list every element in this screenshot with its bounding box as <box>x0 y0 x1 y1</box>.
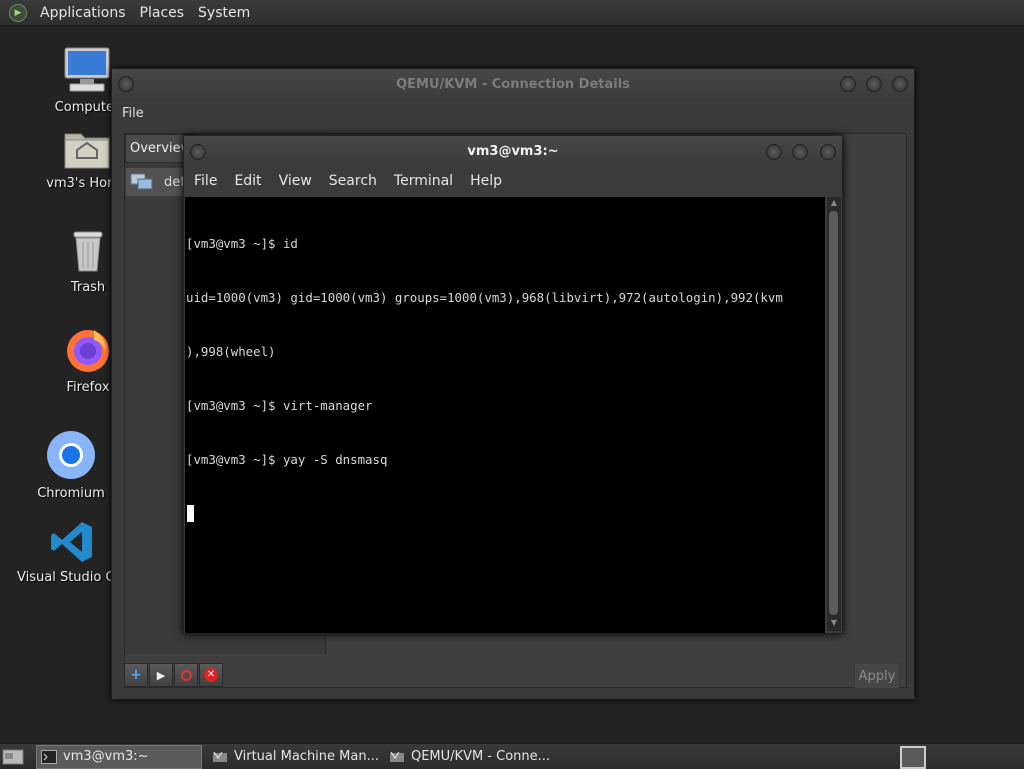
delete-network-button[interactable]: ✕ <box>199 663 223 687</box>
maximize-button[interactable] <box>866 76 882 92</box>
delete-icon: ✕ <box>204 668 218 682</box>
workspace-switcher[interactable] <box>900 746 926 769</box>
qemu-titlebar[interactable]: QEMU/KVM - Connection Details <box>112 69 914 99</box>
close-button[interactable] <box>892 76 908 92</box>
qemu-window-title: QEMU/KVM - Connection Details <box>396 76 630 92</box>
terminal-output[interactable]: [vm3@vm3 ~]$ id uid=1000(vm3) gid=1000(v… <box>185 197 825 633</box>
window-menu-icon[interactable] <box>190 144 206 160</box>
virt-manager-icon <box>213 751 227 762</box>
menu-places[interactable]: Places <box>133 5 192 21</box>
qemu-menubar: File <box>112 99 914 127</box>
distro-logo-icon[interactable]: ▶ <box>9 3 27 22</box>
terminal-line: [vm3@vm3 ~]$ virt-manager <box>186 398 373 413</box>
network-icon <box>130 173 153 190</box>
menu-search[interactable]: Search <box>323 173 383 189</box>
vscode-icon <box>51 522 92 562</box>
terminal-menubar: File Edit View Search Terminal Help <box>184 167 842 195</box>
text-cursor <box>187 505 194 522</box>
menu-help[interactable]: Help <box>464 173 508 189</box>
stop-network-button[interactable] <box>174 663 198 687</box>
terminal-titlebar[interactable]: vm3@vm3:~ <box>184 136 842 167</box>
taskbar-item-qemu-details[interactable]: QEMU/KVM - Conne... <box>385 746 550 768</box>
plus-icon: + <box>130 667 142 683</box>
top-panel: ▶ Applications Places System <box>0 0 1024 26</box>
taskbar: vm3@vm3:~ Virtual Machine Man... QEMU/KV… <box>0 743 1024 769</box>
terminal-window: vm3@vm3:~ File Edit View Search Terminal… <box>183 135 843 634</box>
menu-file[interactable]: File <box>188 173 223 189</box>
record-stop-icon <box>180 669 192 681</box>
play-icon: ▶ <box>156 668 166 682</box>
taskbar-item-label: vm3@vm3:~ <box>63 749 149 764</box>
menu-system[interactable]: System <box>191 5 257 21</box>
add-network-button[interactable]: + <box>124 663 148 687</box>
taskbar-item-terminal[interactable]: vm3@vm3:~ <box>36 744 202 769</box>
terminal-line: [vm3@vm3 ~]$ yay -S dnsmasq <box>186 452 388 467</box>
terminal-icon <box>41 749 57 764</box>
scrollbar-thumb[interactable] <box>829 211 838 615</box>
start-network-button[interactable]: ▶ <box>149 663 173 687</box>
apply-button[interactable]: Apply <box>854 663 900 689</box>
network-name: def <box>164 174 185 190</box>
terminal-line: ),998(wheel) <box>186 344 276 359</box>
terminal-line: uid=1000(vm3) gid=1000(vm3) groups=1000(… <box>186 290 783 305</box>
scroll-down-icon[interactable]: ▼ <box>827 618 841 630</box>
terminal-window-title: vm3@vm3:~ <box>467 144 559 159</box>
menu-view[interactable]: View <box>273 173 318 189</box>
maximize-button[interactable] <box>792 144 808 160</box>
desktop-icon-label: Chromium <box>37 486 105 501</box>
taskbar-item-label: Virtual Machine Man... <box>234 749 379 764</box>
close-button[interactable] <box>820 144 836 160</box>
terminal-cursor-line <box>185 505 825 523</box>
minimize-button[interactable] <box>766 144 782 160</box>
desktop-icon-chromium[interactable]: Chromium <box>16 430 126 501</box>
window-menu-icon[interactable] <box>118 76 134 92</box>
scroll-up-icon[interactable]: ▲ <box>827 198 841 210</box>
taskbar-item-label: QEMU/KVM - Conne... <box>410 749 551 764</box>
taskbar-item-virt-manager[interactable]: Virtual Machine Man... <box>208 746 379 768</box>
chromium-icon <box>47 431 95 479</box>
minimize-button[interactable] <box>840 76 856 92</box>
virt-manager-icon <box>389 751 404 762</box>
menu-terminal[interactable]: Terminal <box>388 173 459 189</box>
menu-file[interactable]: File <box>122 106 144 121</box>
show-desktop-icon[interactable] <box>2 748 24 766</box>
home-folder-icon <box>64 133 110 169</box>
network-toolbar: + ▶ ✕ <box>124 663 223 687</box>
terminal-scrollbar[interactable]: ▲ ▼ <box>827 197 841 631</box>
menu-edit[interactable]: Edit <box>228 173 267 189</box>
computer-icon <box>64 47 110 92</box>
menu-applications[interactable]: Applications <box>33 5 133 21</box>
terminal-line: [vm3@vm3 ~]$ id <box>186 236 298 251</box>
firefox-icon <box>67 330 109 372</box>
trash-icon <box>73 231 103 272</box>
